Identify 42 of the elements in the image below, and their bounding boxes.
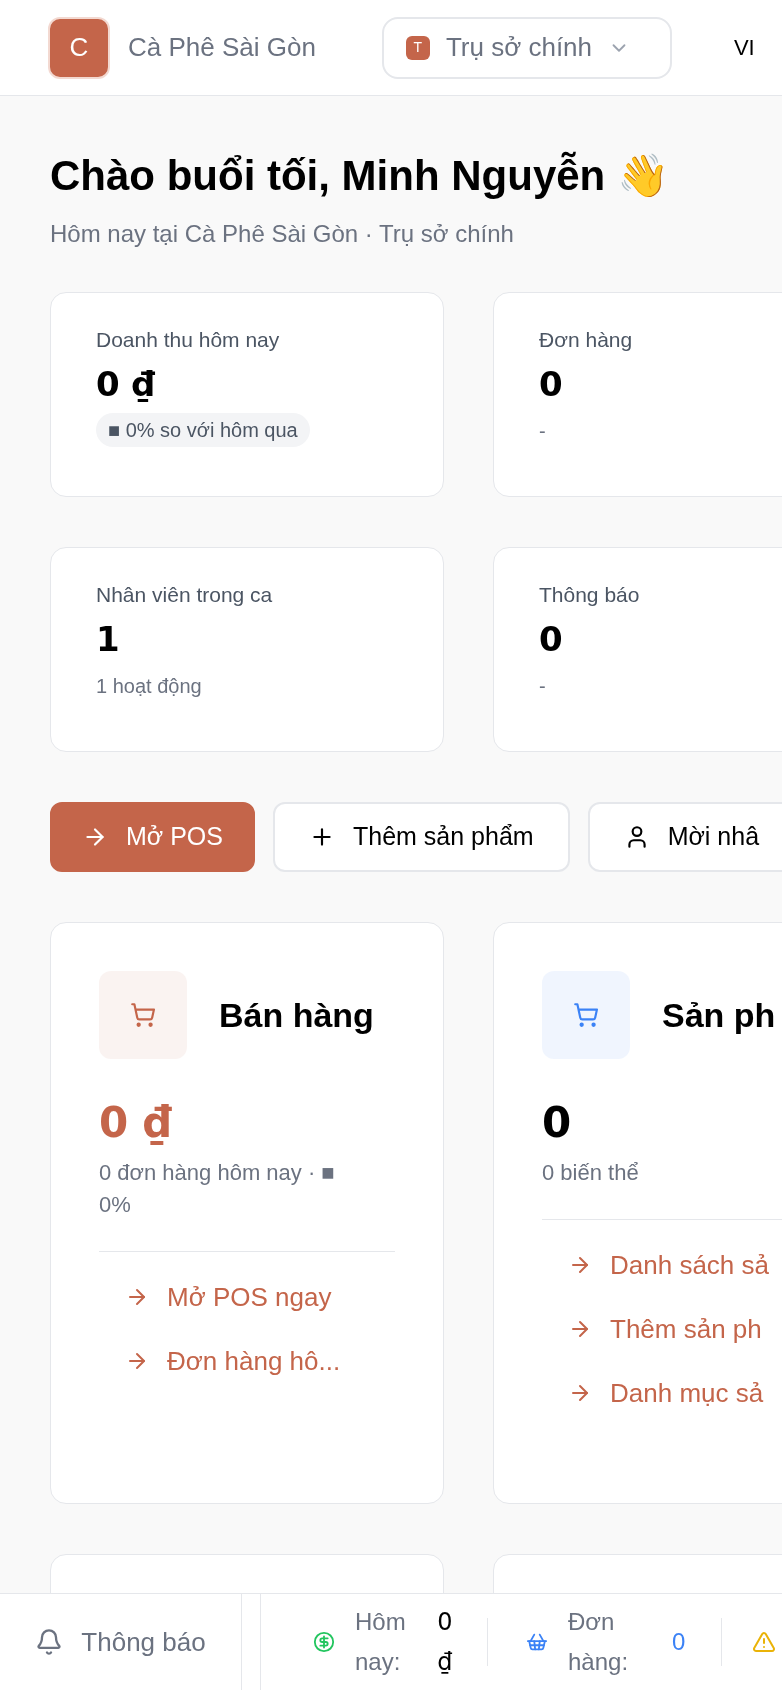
today-value: 0 ₫ xyxy=(436,1607,454,1678)
stat-note: - xyxy=(539,419,546,444)
dollar-icon xyxy=(313,1631,335,1653)
module-value: 0 ₫ xyxy=(99,1097,174,1149)
greeting-title: Chào buổi tối, Minh Nguyễn 👋 xyxy=(50,150,670,201)
module-title: Bán hàng xyxy=(219,994,374,1036)
stat-value: 1 xyxy=(96,618,121,661)
stat-value: 0 xyxy=(539,363,564,406)
stat-value: 0 ₫ xyxy=(96,363,157,406)
module-link[interactable]: Danh mục sả xyxy=(568,1370,782,1416)
basket-icon xyxy=(526,1631,548,1653)
quick-action-button[interactable]: Mời nhâ xyxy=(587,802,782,872)
module-link[interactable]: Đơn hàng hô... xyxy=(125,1338,395,1384)
today-label: Hôm nay: xyxy=(355,1607,407,1677)
stat-note: - xyxy=(539,674,546,699)
module-link[interactable]: Mở POS ngay xyxy=(125,1274,395,1320)
stat-value: 0 xyxy=(539,618,564,661)
greeting-subtitle: Hôm nay tại Cà Phê Sài Gòn · Trụ sở chính xyxy=(50,219,515,249)
module-link[interactable]: Danh sách sả xyxy=(568,1242,782,1288)
orders-label: Đơn hàng: xyxy=(568,1607,630,1677)
module-link[interactable]: Thêm sản ph xyxy=(568,1306,782,1352)
brand-name: Cà Phê Sài Gòn xyxy=(128,31,316,64)
stat-note: 1 hoạt động xyxy=(96,674,202,699)
warning-icon xyxy=(752,1630,777,1654)
language-button[interactable]: VI xyxy=(733,31,755,64)
comparison-badge: ■ 0% so với hôm qua xyxy=(96,413,310,447)
branch-badge: T xyxy=(405,35,430,60)
stat-label: Thông báo xyxy=(539,582,641,608)
stat-label: Nhân viên trong ca xyxy=(96,582,274,608)
module-value: 0 xyxy=(542,1097,573,1149)
module-note: 0 biến thể xyxy=(542,1159,640,1187)
stat-label: Doanh thu hôm nay xyxy=(96,327,281,353)
bell-icon xyxy=(35,1628,64,1656)
module-note: 0 đơn hàng hôm nay · ■ 0% xyxy=(99,1159,336,1219)
stat-label: Đơn hàng xyxy=(539,327,634,353)
module-title: Sản ph xyxy=(662,994,776,1036)
brand-logo: C xyxy=(48,16,110,79)
notifications-button[interactable]: Thông báo xyxy=(0,1594,242,1690)
quick-action-button[interactable]: Mở POS xyxy=(50,802,255,872)
quick-action-button[interactable]: Thêm sản phẩm xyxy=(273,802,570,872)
branch-select[interactable]: T Trụ sở chính xyxy=(381,16,672,79)
orders-value: 0 xyxy=(672,1627,686,1657)
